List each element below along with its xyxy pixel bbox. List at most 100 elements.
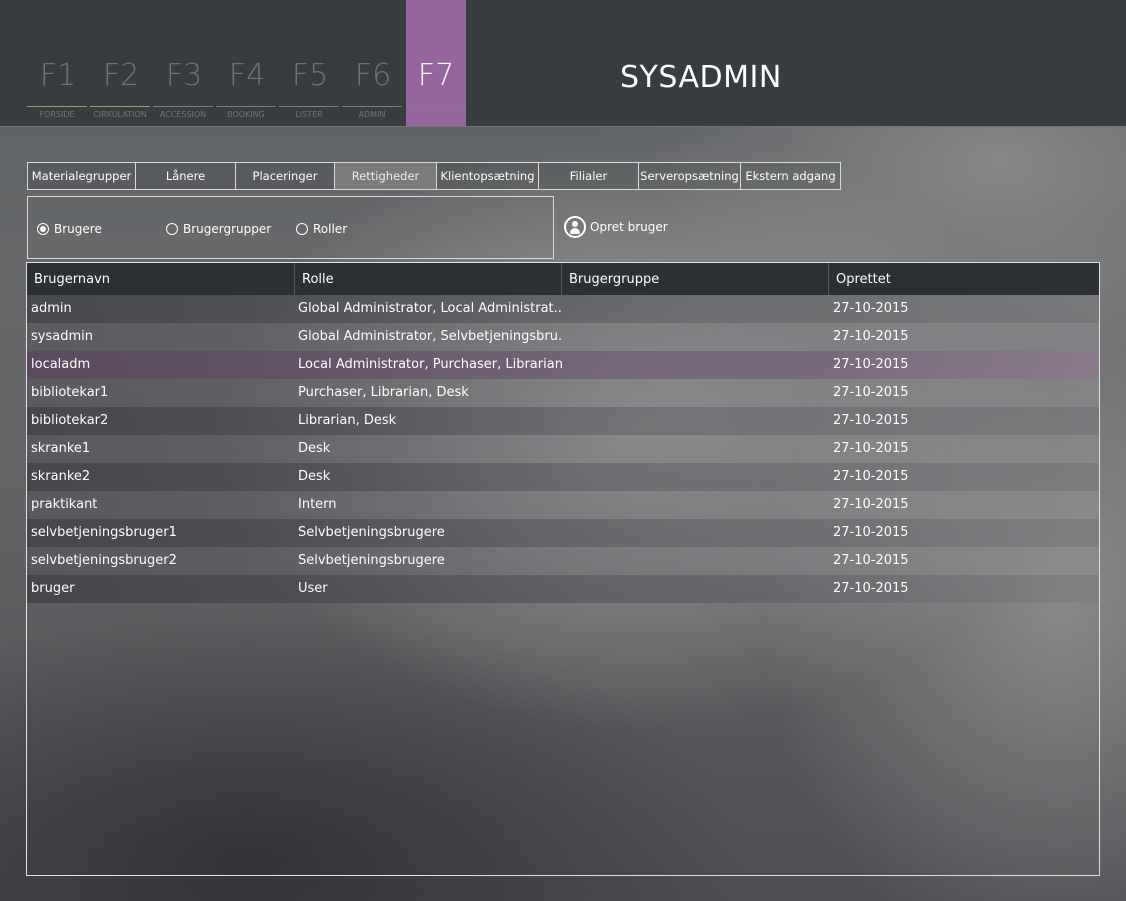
cell-rolle: Local Administrator, Purchaser, Libraria… bbox=[298, 357, 562, 372]
fkey-label: ACCESSION bbox=[159, 110, 207, 119]
cell-oprettet: 27-10-2015 bbox=[833, 413, 909, 428]
fkey-f4[interactable]: F4 BOOKING bbox=[216, 0, 278, 126]
cell-rolle: Desk bbox=[298, 441, 331, 456]
table-row[interactable]: bruger User 27-10-2015 bbox=[27, 575, 1099, 603]
table-header: Brugernavn Rolle Brugergruppe Oprettet bbox=[27, 263, 1099, 295]
cell-rolle: Desk bbox=[298, 469, 331, 484]
fkey-number: F7 bbox=[417, 58, 455, 93]
column-header-brugergruppe[interactable]: Brugergruppe bbox=[562, 263, 829, 295]
fkey-label: LISTER bbox=[295, 110, 323, 119]
cell-oprettet: 27-10-2015 bbox=[833, 553, 909, 568]
table-row[interactable]: localadm Local Administrator, Purchaser, … bbox=[27, 351, 1099, 379]
fkey-number: F5 bbox=[291, 58, 329, 93]
cell-brugergruppe bbox=[562, 407, 829, 435]
fkey-label: BOOKING bbox=[227, 110, 265, 119]
column-header-rolle[interactable]: Rolle bbox=[295, 263, 562, 295]
tab-filialer[interactable]: Filialer bbox=[539, 162, 639, 190]
fkey-f3[interactable]: F3 ACCESSION bbox=[153, 0, 215, 126]
fkey-number: F3 bbox=[165, 58, 203, 93]
cell-brugergruppe bbox=[562, 323, 829, 351]
fkey-underline bbox=[342, 106, 402, 107]
cell-oprettet: 27-10-2015 bbox=[833, 497, 909, 512]
top-navigation-bar: F1 FORSIDE F2 CIRKULATION F3 ACCESSION F… bbox=[0, 0, 1126, 127]
cell-oprettet: 27-10-2015 bbox=[833, 301, 909, 316]
radio-brugere[interactable]: Brugere bbox=[37, 222, 102, 236]
users-table: Brugernavn Rolle Brugergruppe Oprettet a… bbox=[26, 262, 1100, 876]
table-row[interactable]: skranke1 Desk 27-10-2015 bbox=[27, 435, 1099, 463]
radio-unselected-icon bbox=[166, 223, 178, 235]
cell-rolle: User bbox=[298, 581, 328, 596]
cell-oprettet: 27-10-2015 bbox=[833, 357, 909, 372]
fkey-label: FORSIDE bbox=[39, 110, 75, 119]
cell-oprettet: 27-10-2015 bbox=[833, 525, 909, 540]
radio-label: Brugergrupper bbox=[183, 222, 272, 236]
table-row[interactable]: selvbetjeningsbruger2 Selvbetjeningsbruge… bbox=[27, 547, 1099, 575]
table-row[interactable]: praktikant Intern 27-10-2015 bbox=[27, 491, 1099, 519]
cell-brugernavn: bibliotekar2 bbox=[31, 413, 109, 428]
cell-rolle: Purchaser, Librarian, Desk bbox=[298, 385, 469, 400]
radio-roller[interactable]: Roller bbox=[296, 222, 347, 236]
fkey-underline bbox=[216, 106, 276, 107]
column-header-brugernavn[interactable]: Brugernavn bbox=[27, 263, 295, 295]
column-header-oprettet[interactable]: Oprettet bbox=[829, 263, 1098, 295]
cell-brugernavn: bibliotekar1 bbox=[31, 385, 109, 400]
fkey-underline bbox=[279, 106, 339, 107]
cell-rolle: Intern bbox=[298, 497, 337, 512]
cell-brugernavn: selvbetjeningsbruger2 bbox=[31, 553, 177, 568]
tab-ekstern-adgang[interactable]: Ekstern adgang bbox=[741, 162, 841, 190]
cell-brugernavn: localadm bbox=[31, 357, 91, 372]
tab-rettigheder[interactable]: Rettigheder bbox=[335, 162, 437, 190]
cell-brugernavn: skranke2 bbox=[31, 469, 91, 484]
table-row[interactable]: skranke2 Desk 27-10-2015 bbox=[27, 463, 1099, 491]
cell-brugergruppe bbox=[562, 463, 829, 491]
app-title: SYSADMIN bbox=[620, 60, 782, 95]
fkey-label: CIRKULATION bbox=[93, 110, 147, 119]
tab-serveropsaetning[interactable]: Serveropsætning bbox=[639, 162, 741, 190]
fkey-f7[interactable]: F7 bbox=[406, 0, 466, 126]
fkey-underline bbox=[90, 106, 150, 107]
cell-brugergruppe bbox=[562, 519, 829, 547]
cell-brugergruppe bbox=[562, 491, 829, 519]
tab-materialegrupper[interactable]: Materialegrupper bbox=[27, 162, 136, 190]
table-row[interactable]: selvbetjeningsbruger1 Selvbetjeningsbruge… bbox=[27, 519, 1099, 547]
cell-brugergruppe bbox=[562, 351, 829, 379]
user-add-icon bbox=[564, 216, 586, 238]
fkey-number: F1 bbox=[39, 58, 77, 93]
radio-brugergrupper[interactable]: Brugergrupper bbox=[166, 222, 271, 236]
radio-unselected-icon bbox=[296, 223, 308, 235]
cell-rolle: Selvbetjeningsbrugere bbox=[298, 553, 445, 568]
fkey-number: F4 bbox=[228, 58, 266, 93]
cell-brugernavn: praktikant bbox=[31, 497, 98, 512]
tab-laanere[interactable]: Lånere bbox=[136, 162, 236, 190]
table-row[interactable]: admin Global Administrator, Local Adminis… bbox=[27, 295, 1099, 323]
fkey-f5[interactable]: F5 LISTER bbox=[279, 0, 341, 126]
fkey-f6[interactable]: F6 ADMIN bbox=[342, 0, 404, 126]
cell-brugergruppe bbox=[562, 547, 829, 575]
cell-brugernavn: selvbetjeningsbruger1 bbox=[31, 525, 177, 540]
fkey-f2[interactable]: F2 CIRKULATION bbox=[90, 0, 152, 126]
tab-placeringer[interactable]: Placeringer bbox=[236, 162, 335, 190]
cell-oprettet: 27-10-2015 bbox=[833, 385, 909, 400]
cell-rolle: Librarian, Desk bbox=[298, 413, 397, 428]
cell-brugergruppe bbox=[562, 575, 829, 603]
cell-brugernavn: skranke1 bbox=[31, 441, 91, 456]
fkey-underline bbox=[27, 106, 87, 107]
cell-brugernavn: bruger bbox=[31, 581, 75, 596]
view-selector: Brugere Brugergrupper Roller bbox=[27, 196, 554, 259]
fkey-f1[interactable]: F1 FORSIDE bbox=[27, 0, 89, 126]
radio-label: Roller bbox=[313, 222, 348, 236]
cell-oprettet: 27-10-2015 bbox=[833, 329, 909, 344]
cell-brugergruppe bbox=[562, 435, 829, 463]
table-row[interactable]: sysadmin Global Administrator, Selvbetjen… bbox=[27, 323, 1099, 351]
create-user-button[interactable]: Opret bruger bbox=[564, 216, 668, 238]
cell-rolle: Global Administrator, Selvbetjeningsbru.… bbox=[298, 329, 562, 344]
create-user-label: Opret bruger bbox=[590, 220, 668, 234]
cell-brugergruppe bbox=[562, 295, 829, 323]
table-row[interactable]: bibliotekar1 Purchaser, Librarian, Desk 27… bbox=[27, 379, 1099, 407]
cell-oprettet: 27-10-2015 bbox=[833, 441, 909, 456]
table-body: admin Global Administrator, Local Adminis… bbox=[27, 295, 1099, 603]
table-row[interactable]: bibliotekar2 Librarian, Desk 27-10-2015 bbox=[27, 407, 1099, 435]
fkey-number: F2 bbox=[102, 58, 140, 93]
radio-label: Brugere bbox=[54, 222, 102, 236]
tab-klientopsaetning[interactable]: Klientopsætning bbox=[437, 162, 539, 190]
